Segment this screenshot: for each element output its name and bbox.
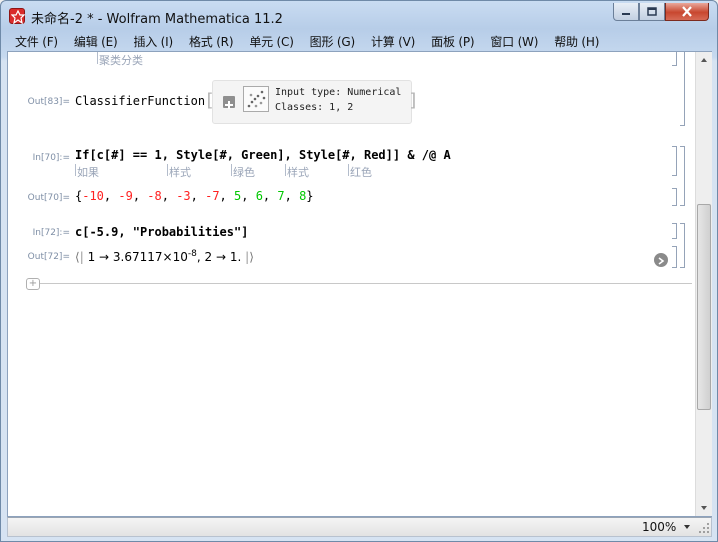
resize-grip-icon[interactable] <box>698 522 710 534</box>
add-cell-icon[interactable]: + <box>26 278 40 290</box>
green-value: 6 <box>255 189 263 203</box>
chevron-down-icon <box>701 506 707 510</box>
menu-insert[interactable]: 插入 (I) <box>125 33 181 50</box>
chevron-up-icon <box>701 58 707 62</box>
zoom-dropdown-icon[interactable] <box>683 524 691 530</box>
rule-arrow: → <box>99 250 110 264</box>
status-bar: 100% <box>7 517 712 537</box>
scroll-up-arrow[interactable] <box>696 52 712 68</box>
cell-bracket[interactable] <box>672 246 677 268</box>
scroll-down-arrow[interactable] <box>696 500 712 516</box>
window-title: 未命名-2 * - Wolfram Mathematica 11.2 <box>31 12 283 27</box>
zoom-level[interactable]: 100% <box>642 520 676 534</box>
cell-bracket[interactable] <box>672 223 677 239</box>
notebook-area[interactable]: 聚类分类 Out[83]= ClassifierFunction [ Input… <box>7 51 712 517</box>
output-cell-out72: ⟨| 1 → 3.67117×10-8, 2 → 1. |⟩ <box>75 249 254 264</box>
cell-bracket[interactable] <box>672 188 677 206</box>
cell-label-in70: In[70]:= <box>32 153 70 163</box>
prob-mantissa: 3.67117 <box>112 250 163 264</box>
hint-style: 样式 <box>167 164 191 179</box>
menu-graphics[interactable]: 图形 (G) <box>302 33 363 50</box>
menu-edit[interactable]: 编辑 (E) <box>66 33 126 50</box>
scatter-plot-icon <box>243 86 269 112</box>
red-value: -10 <box>82 189 104 203</box>
menu-file[interactable]: 文件 (F) <box>7 33 66 50</box>
prob-value-2: 1. <box>229 250 242 264</box>
menu-window[interactable]: 窗口 (W) <box>482 33 546 50</box>
separator: , <box>196 250 201 264</box>
hint-style-2: 样式 <box>285 164 309 179</box>
classifier-input-type: Input type: Numerical <box>275 87 402 98</box>
red-value: -9 <box>118 189 133 203</box>
group-bracket[interactable] <box>680 223 685 268</box>
maximize-icon <box>647 7 657 16</box>
list-close-brace: } <box>306 189 314 203</box>
group-bracket[interactable] <box>680 146 685 206</box>
classifier-close-bracket: ] <box>408 90 419 111</box>
cell-label-out83: Out[83]= <box>27 97 70 107</box>
classifier-head: ClassifierFunction <box>75 94 206 108</box>
cell-bracket[interactable] <box>672 52 677 66</box>
assoc-close: ⟩ <box>249 250 254 264</box>
classifier-classes: Classes: 1, 2 <box>275 102 354 113</box>
menu-format[interactable]: 格式 (R) <box>181 33 241 50</box>
expand-icon[interactable] <box>223 96 235 109</box>
minimize-button[interactable] <box>613 3 639 21</box>
green-value: 5 <box>234 189 242 203</box>
cell-insertion-line <box>40 283 692 284</box>
prob-key-1: 1 <box>87 250 96 264</box>
red-value: -8 <box>147 189 162 203</box>
output-cell-out70: {-10, -9, -8, -3, -7, 5, 6, 7, 8} <box>75 189 314 203</box>
close-button[interactable] <box>665 3 709 21</box>
close-icon <box>682 6 692 17</box>
cell-bracket[interactable] <box>672 146 677 176</box>
mathematica-logo-icon <box>9 8 25 24</box>
suggestions-icon[interactable] <box>654 253 668 267</box>
prob-exponent: -8 <box>187 249 197 259</box>
hint-red: 红色 <box>348 164 372 179</box>
input-cell-in72[interactable]: c[-5.9, "Probabilities"] <box>75 225 248 239</box>
scroll-thumb[interactable] <box>697 204 711 410</box>
hint-green: 绿色 <box>231 164 255 179</box>
menu-evaluation[interactable]: 计算 (V) <box>363 33 423 50</box>
menu-palettes[interactable]: 面板 (P) <box>423 33 482 50</box>
prob-key-2: 2 <box>204 250 213 264</box>
input-cell-in70[interactable]: If[c[#] == 1, Style[#, Green], Style[#, … <box>75 148 451 162</box>
minimize-icon <box>622 12 630 15</box>
cell-label-out70: Out[70]= <box>27 193 70 203</box>
vertical-scrollbar[interactable] <box>695 52 712 516</box>
rule-arrow: → <box>216 250 227 264</box>
classifier-summary-box[interactable]: Input type: Numerical Classes: 1, 2 <box>212 80 412 124</box>
red-value: -3 <box>176 189 191 203</box>
hint-cluster-classify: 聚类分类 <box>97 52 143 67</box>
times-sign: × <box>162 250 173 264</box>
menu-cell[interactable]: 单元 (C) <box>241 33 301 50</box>
menu-help[interactable]: 帮助 (H) <box>546 33 607 50</box>
maximize-button[interactable] <box>639 3 665 21</box>
menu-bar: 文件 (F) 编辑 (E) 插入 (I) 格式 (R) 单元 (C) 图形 (G… <box>7 31 713 51</box>
green-value: 7 <box>277 189 285 203</box>
cell-label-out72: Out[72]= <box>27 252 70 262</box>
hint-if: 如果 <box>75 164 99 179</box>
red-value: -7 <box>205 189 220 203</box>
group-bracket[interactable] <box>680 52 685 126</box>
mathematica-window: 未命名-2 * - Wolfram Mathematica 11.2 文件 (F… <box>0 0 718 542</box>
title-bar[interactable]: 未命名-2 * - Wolfram Mathematica 11.2 <box>1 1 717 31</box>
prob-base: 10 <box>172 250 188 264</box>
cell-label-in72: In[72]:= <box>32 228 70 238</box>
